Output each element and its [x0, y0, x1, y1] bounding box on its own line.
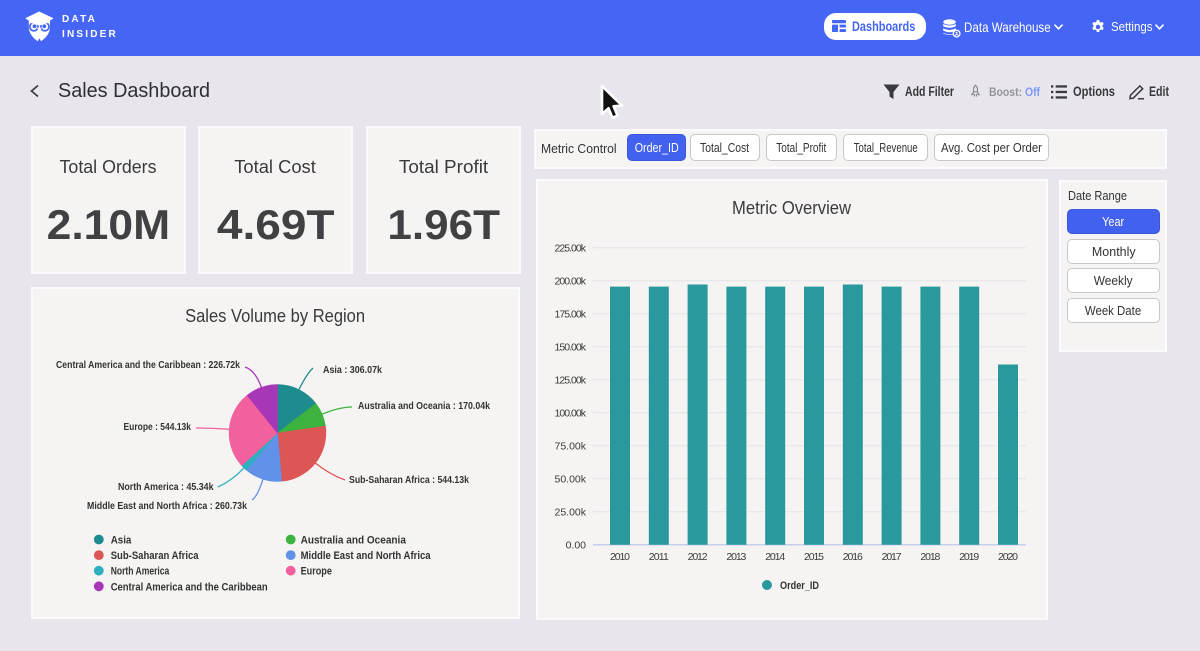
svg-text:200.00k: 200.00k: [555, 275, 587, 287]
svg-text:25.00k: 25.00k: [555, 506, 587, 518]
svg-text:2016: 2016: [843, 551, 863, 563]
svg-text:225.00k: 225.00k: [555, 242, 587, 254]
svg-text:2011: 2011: [649, 551, 669, 563]
svg-text:Central America and the Caribb: Central America and the Caribbean : 226.…: [56, 359, 240, 371]
svg-text:0.00: 0.00: [566, 539, 587, 551]
svg-text:175.00k: 175.00k: [555, 308, 587, 320]
svg-text:Asia : 306.07k: Asia : 306.07k: [323, 364, 382, 376]
svg-text:Sub-Saharan Africa : 544.13k: Sub-Saharan Africa : 544.13k: [349, 474, 469, 486]
svg-text:125.00k: 125.00k: [555, 374, 587, 386]
svg-text:2013: 2013: [726, 551, 746, 563]
svg-text:2012: 2012: [688, 551, 708, 563]
svg-text:50.00k: 50.00k: [555, 473, 587, 485]
svg-text:Middle East and North Africa: Middle East and North Africa: [301, 550, 432, 562]
svg-text:North America : 45.34k: North America : 45.34k: [118, 481, 214, 493]
svg-text:2015: 2015: [804, 551, 824, 563]
svg-text:Australia and Oceania : 170.04: Australia and Oceania : 170.04k: [358, 400, 490, 412]
svg-text:Australia and Oceania: Australia and Oceania: [301, 535, 407, 547]
svg-text:2019: 2019: [959, 551, 979, 563]
svg-text:Order_ID: Order_ID: [780, 580, 819, 592]
svg-text:North America: North America: [111, 566, 170, 578]
svg-text:2010: 2010: [610, 551, 630, 563]
svg-text:2017: 2017: [882, 551, 902, 563]
svg-text:2018: 2018: [920, 551, 940, 563]
svg-text:2014: 2014: [765, 551, 785, 563]
svg-text:Europe : 544.13k: Europe : 544.13k: [124, 421, 192, 433]
svg-text:Asia: Asia: [111, 535, 132, 547]
svg-text:Sub-Saharan Africa: Sub-Saharan Africa: [111, 550, 200, 562]
svg-text:100.00k: 100.00k: [555, 407, 587, 419]
svg-text:75.00k: 75.00k: [555, 440, 587, 452]
svg-text:Europe: Europe: [301, 566, 332, 578]
svg-text:Central America and the Caribb: Central America and the Caribbean: [111, 581, 268, 593]
svg-text:Middle East and North Africa :: Middle East and North Africa : 260.73k: [87, 500, 247, 512]
svg-text:150.00k: 150.00k: [555, 341, 587, 353]
svg-text:2020: 2020: [998, 551, 1018, 563]
